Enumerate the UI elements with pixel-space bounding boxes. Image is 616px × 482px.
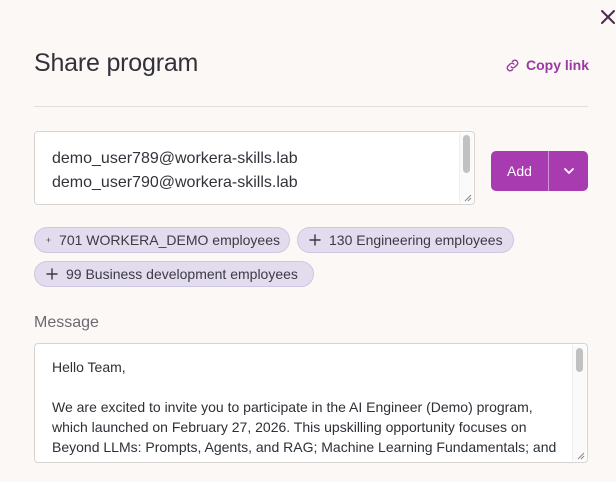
dialog-title: Share program <box>34 49 199 77</box>
message-body: We are excited to invite you to particip… <box>52 399 557 462</box>
divider <box>34 106 588 107</box>
message-label: Message <box>34 314 99 331</box>
recipient-line: demo_user789@workera-skills.lab <box>52 150 298 167</box>
close-button[interactable] <box>598 7 616 27</box>
link-icon <box>506 59 519 71</box>
add-button[interactable]: Add <box>491 151 549 191</box>
chip-label: 701 WORKERA_DEMO employees <box>59 232 280 248</box>
copy-link-button[interactable]: Copy link <box>504 56 589 74</box>
recipient-line: demo_user790@workera-skills.lab <box>52 174 298 191</box>
chip-label: 130 Engineering employees <box>329 232 503 248</box>
message-greeting: Hello Team, <box>52 359 126 375</box>
suggestion-chip-workera-demo[interactable]: 701 WORKERA_DEMO employees <box>34 227 290 253</box>
scrollbar-thumb[interactable] <box>576 348 583 372</box>
resize-grip-icon[interactable] <box>462 192 472 202</box>
message-scrollbar[interactable] <box>572 345 586 461</box>
resize-grip-icon[interactable] <box>575 450 585 460</box>
chevron-down-icon <box>563 168 574 174</box>
scrollbar-thumb[interactable] <box>463 135 470 173</box>
plus-icon <box>46 237 51 243</box>
add-button-group: Add <box>491 151 588 191</box>
copy-link-label: Copy link <box>526 57 590 73</box>
plus-icon <box>46 268 58 280</box>
share-program-dialog: Share program Copy link demo_user789@wor… <box>0 0 616 482</box>
recipients-input[interactable]: demo_user789@workera-skills.lab demo_use… <box>34 131 475 205</box>
add-dropdown-button[interactable] <box>549 151 588 191</box>
suggestion-chip-engineering[interactable]: 130 Engineering employees <box>297 227 514 253</box>
chip-label: 99 Business development employees <box>66 266 298 282</box>
suggestion-chip-business-development[interactable]: 99 Business development employees <box>34 261 314 287</box>
message-textarea[interactable]: Hello Team, We are excited to invite you… <box>34 343 588 463</box>
plus-icon <box>309 234 321 246</box>
close-icon <box>601 10 615 24</box>
